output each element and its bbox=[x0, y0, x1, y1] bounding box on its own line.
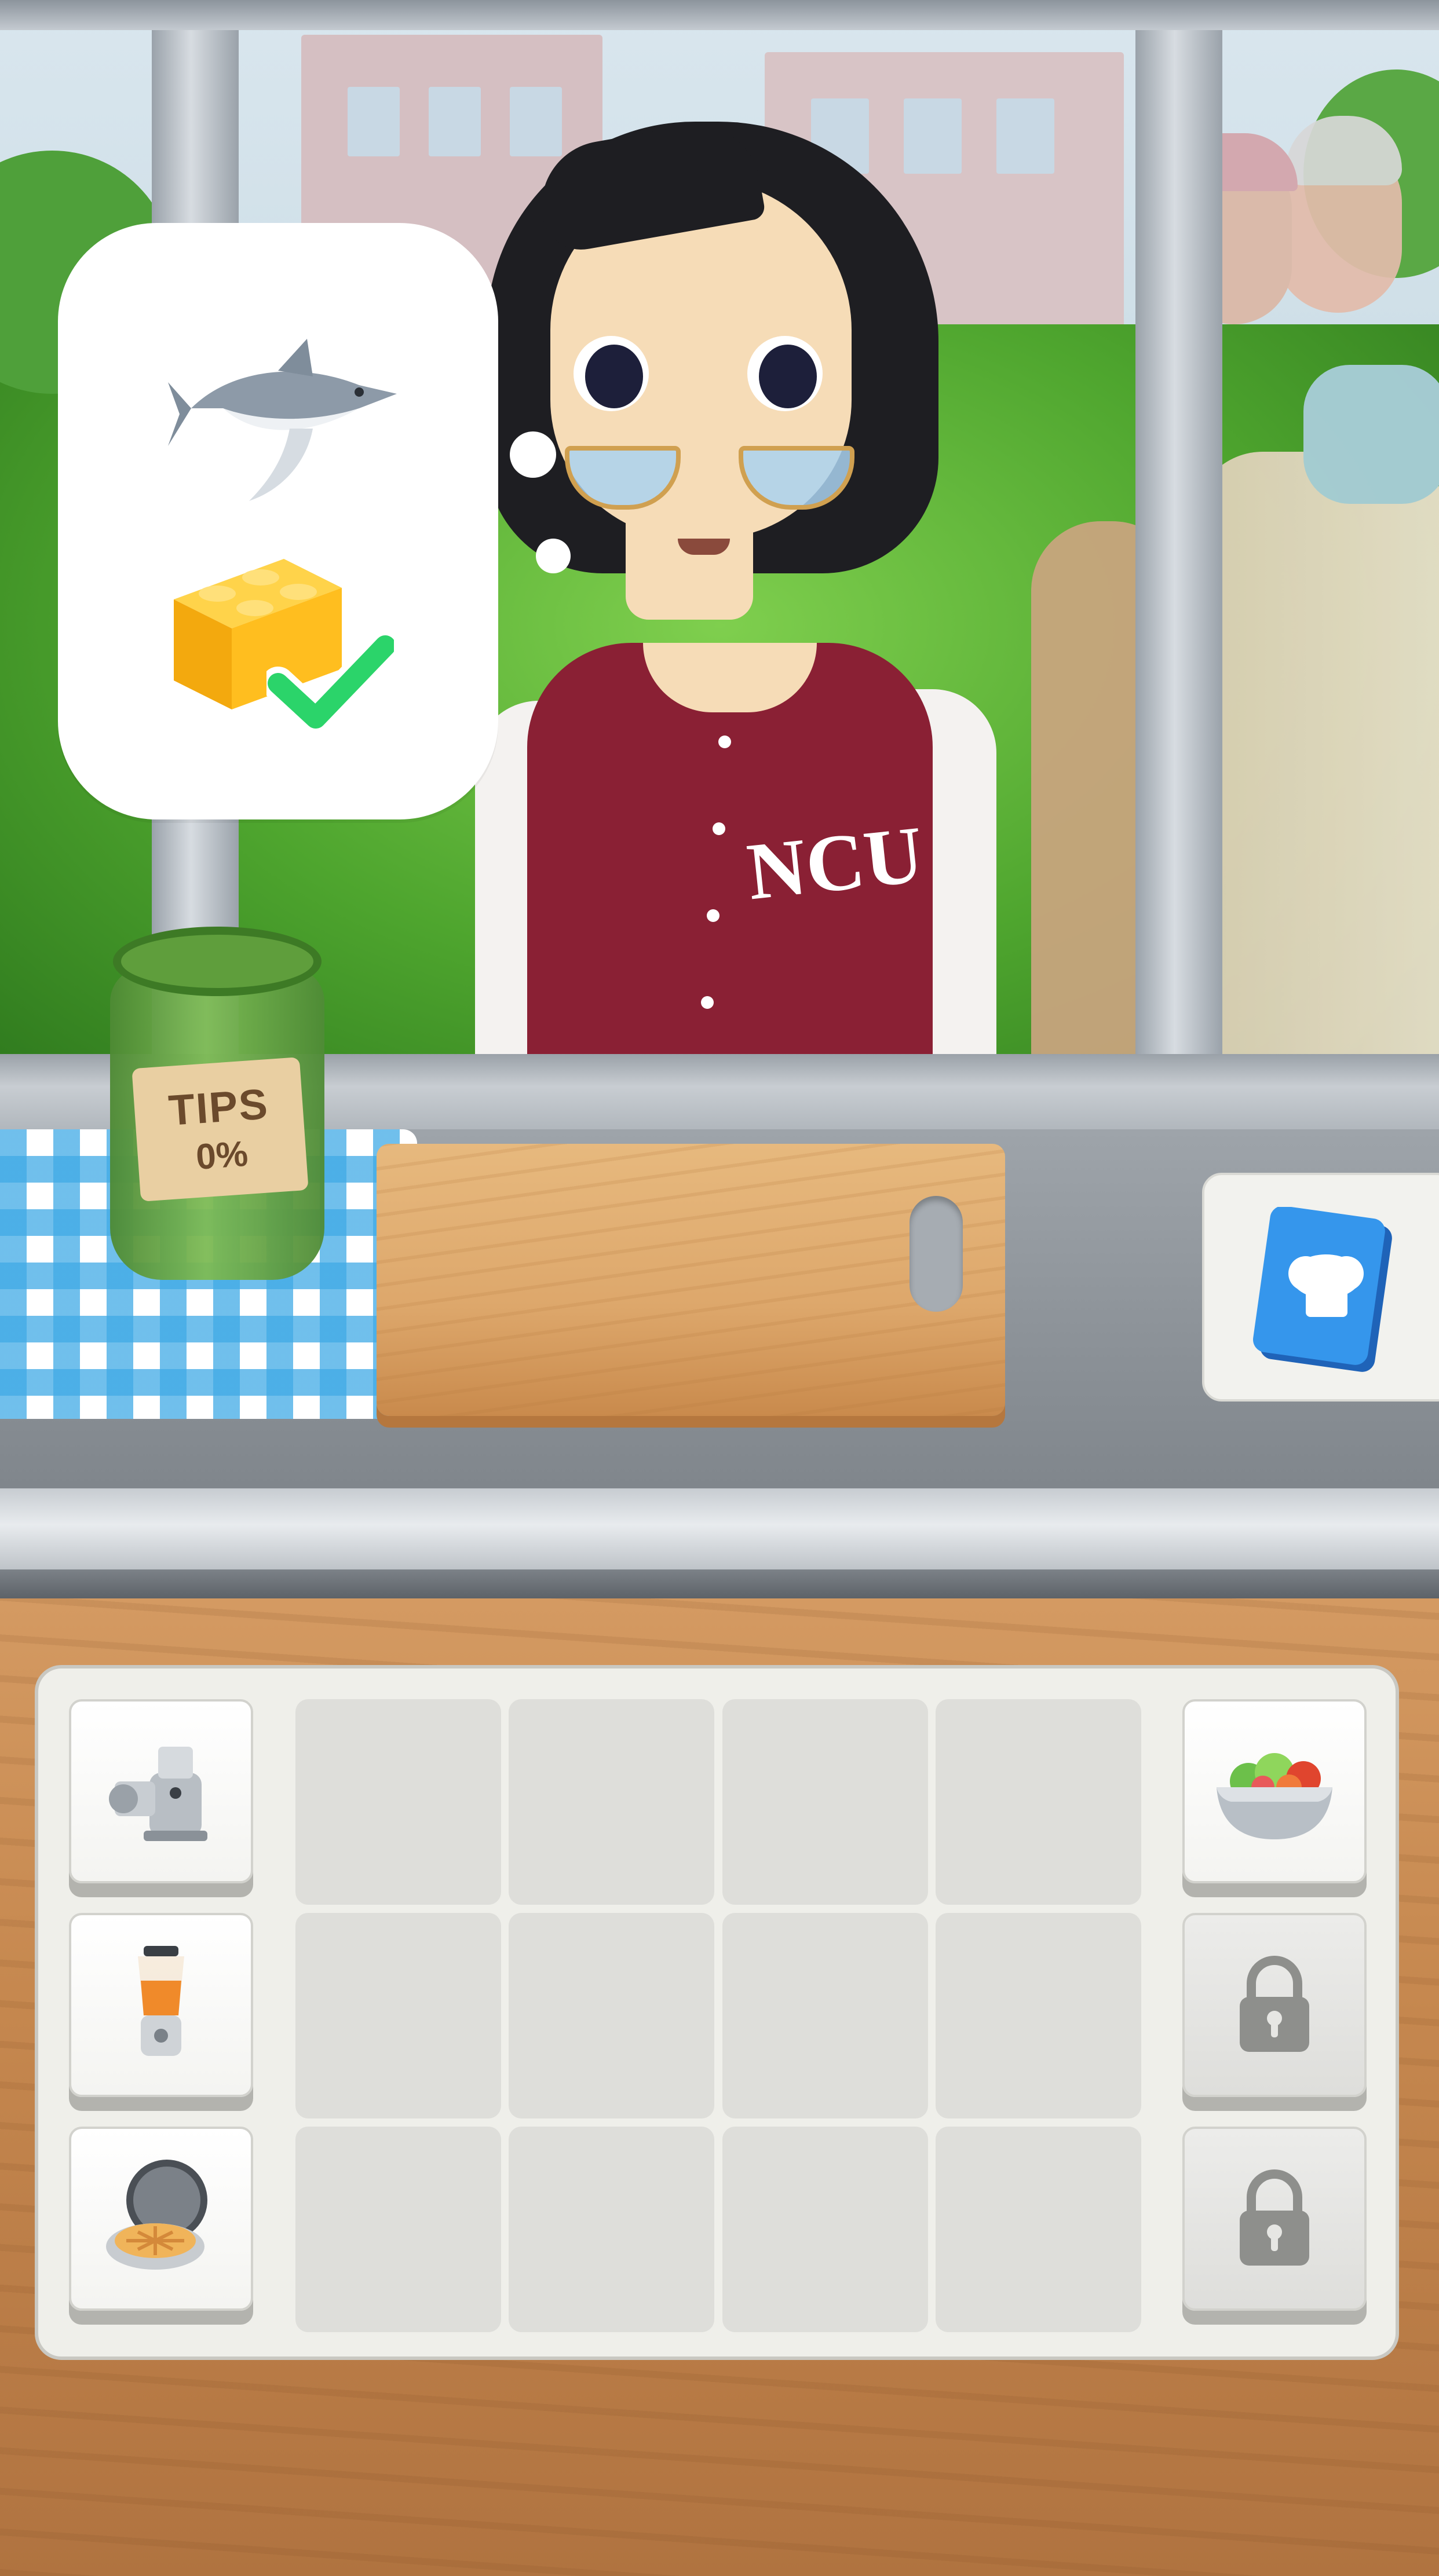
waffle-maker-icon bbox=[97, 2154, 225, 2284]
window-scene: NCU bbox=[0, 0, 1439, 1077]
jacket-button bbox=[707, 909, 720, 922]
empty-slot[interactable] bbox=[722, 1913, 928, 2118]
jacket-button bbox=[718, 736, 731, 748]
jacket-text: NCU bbox=[743, 809, 927, 917]
customer-mouth bbox=[678, 539, 730, 555]
empty-slot[interactable] bbox=[295, 1913, 501, 2118]
locked-tool-slot[interactable] bbox=[1182, 1913, 1367, 2097]
empty-slot[interactable] bbox=[936, 1913, 1141, 2118]
background-person-shirt bbox=[1303, 365, 1439, 504]
thought-dot bbox=[510, 431, 556, 478]
cutting-board-handle bbox=[910, 1196, 963, 1312]
window-top-frame bbox=[0, 0, 1439, 30]
lock-icon bbox=[1231, 2165, 1318, 2273]
waiting-customers bbox=[1031, 104, 1439, 1066]
tip-jar-label: TIPS 0% bbox=[132, 1057, 309, 1202]
empty-slot[interactable] bbox=[295, 2127, 501, 2332]
empty-slot[interactable] bbox=[936, 1699, 1141, 1905]
window-post-right bbox=[1135, 23, 1222, 1077]
meat-grinder-tool[interactable] bbox=[69, 1699, 253, 1883]
locked-tool-slot[interactable] bbox=[1182, 2127, 1367, 2311]
jacket-button bbox=[713, 822, 725, 835]
shark-icon bbox=[168, 327, 411, 518]
customer-left-pupil bbox=[585, 345, 643, 408]
tip-jar-title: TIPS bbox=[167, 1080, 271, 1135]
salad-bowl-tool[interactable] bbox=[1182, 1699, 1367, 1883]
waffle-maker-tool[interactable] bbox=[69, 2127, 253, 2311]
order-thought-bubble bbox=[58, 223, 498, 819]
check-icon bbox=[261, 628, 402, 735]
salad-bowl-icon bbox=[1208, 1732, 1341, 1851]
counter-lip bbox=[0, 1569, 1439, 1598]
empty-slot[interactable] bbox=[722, 1699, 928, 1905]
tip-jar-percent: 0% bbox=[195, 1133, 250, 1177]
thought-dot bbox=[536, 539, 571, 573]
empty-slot[interactable] bbox=[509, 2127, 714, 2332]
empty-slot[interactable] bbox=[295, 1699, 501, 1905]
empty-slot[interactable] bbox=[722, 2127, 928, 2332]
building-window bbox=[348, 87, 400, 156]
meat-grinder-icon bbox=[103, 1732, 219, 1851]
customer-character[interactable]: NCU bbox=[452, 110, 1020, 1071]
blender-icon bbox=[103, 1940, 219, 2070]
empty-slot[interactable] bbox=[509, 1913, 714, 2118]
old-man-hair bbox=[1286, 116, 1402, 185]
jacket-button bbox=[701, 996, 714, 1009]
tip-jar-rim bbox=[113, 927, 322, 996]
customer-right-pupil bbox=[759, 345, 817, 408]
lock-icon bbox=[1231, 1952, 1318, 2059]
kitchen-inventory-panel bbox=[35, 1665, 1399, 2360]
blender-tool[interactable] bbox=[69, 1913, 253, 2097]
tip-jar[interactable]: TIPS 0% bbox=[101, 927, 333, 1280]
recipe-book-button[interactable] bbox=[1202, 1173, 1439, 1402]
recipe-book-icon bbox=[1251, 1206, 1396, 1375]
empty-slot[interactable] bbox=[509, 1699, 714, 1905]
empty-slot[interactable] bbox=[936, 2127, 1141, 2332]
background-person-jacket bbox=[1193, 452, 1439, 1066]
